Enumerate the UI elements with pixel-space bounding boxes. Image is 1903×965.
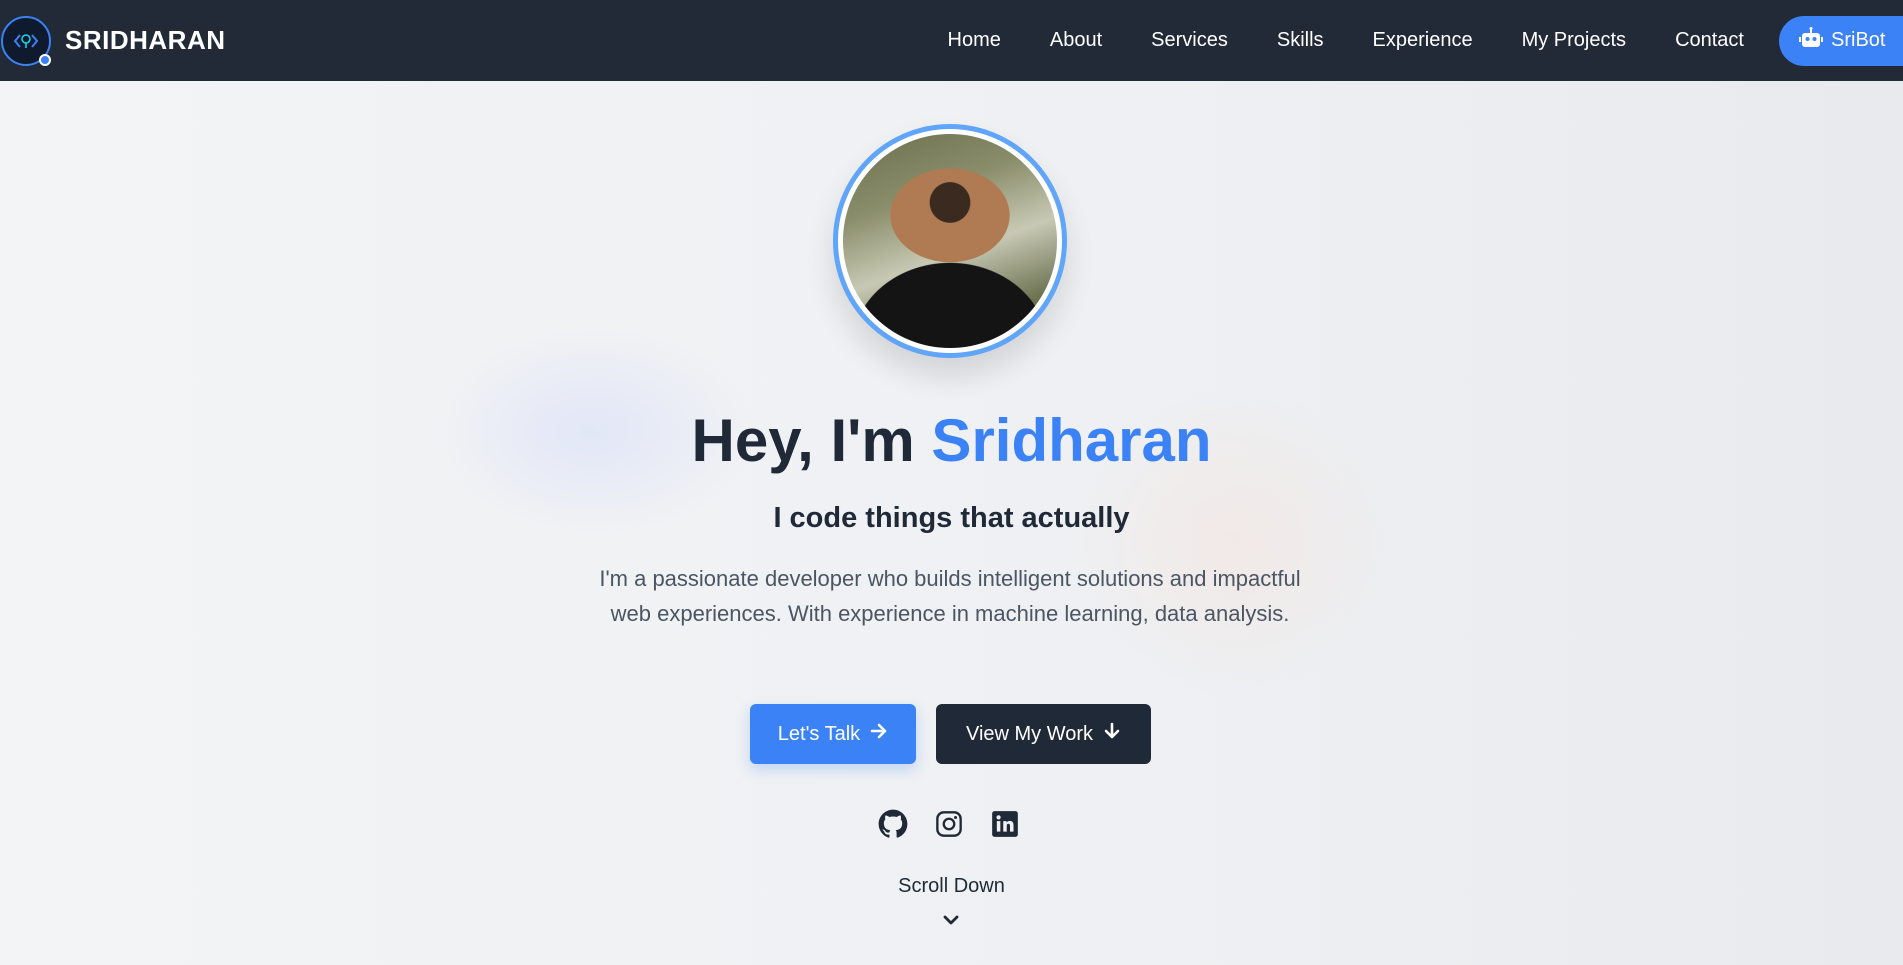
nav-my-projects[interactable]: My Projects: [1522, 29, 1626, 52]
nav-experience[interactable]: Experience: [1373, 29, 1473, 52]
sribot-button[interactable]: SriBot: [1779, 15, 1903, 66]
nav-skills[interactable]: Skills: [1277, 29, 1324, 52]
profile-photo: [843, 134, 1057, 348]
sribot-label: SriBot: [1831, 29, 1886, 51]
arrow-down-icon: [1103, 722, 1121, 746]
hero-greeting: Hey, I'm: [691, 407, 932, 474]
view-my-work-label: View My Work: [965, 722, 1094, 745]
linkedin-icon[interactable]: [989, 808, 1021, 840]
hero-tagline: I code things that actually: [773, 502, 1130, 534]
nav-contact[interactable]: Contact: [1675, 29, 1744, 52]
nav-services[interactable]: Services: [1151, 29, 1228, 52]
github-icon[interactable]: [877, 808, 909, 840]
robot-icon: [1799, 26, 1823, 55]
hero-description: I'm a passionate developer who builds in…: [599, 566, 1301, 626]
brand[interactable]: SRIDHARAN: [0, 0, 226, 81]
scroll-down-label[interactable]: Scroll Down: [0, 875, 1903, 898]
profile-photo-frame: [833, 124, 1067, 358]
nav-links: Home About Services Skills Experience My…: [948, 0, 1903, 81]
instagram-icon[interactable]: [933, 808, 965, 840]
social-links: [877, 808, 1021, 840]
arrow-right-icon: [870, 722, 888, 746]
hero-name: Sridharan: [931, 407, 1212, 474]
code-brain-logo-icon: [1, 15, 51, 66]
lets-talk-label: Let's Talk: [777, 722, 861, 745]
navbar: SRIDHARAN Home About Services Skills Exp…: [0, 0, 1903, 81]
lets-talk-button[interactable]: Let's Talk: [750, 704, 916, 764]
chevron-down-icon[interactable]: [941, 910, 961, 930]
nav-home[interactable]: Home: [948, 29, 1001, 52]
logo-status-dot: [39, 53, 51, 66]
hero-title: Hey, I'm Sridharan: [0, 406, 1903, 475]
view-my-work-button[interactable]: View My Work: [936, 704, 1151, 764]
brand-name: SRIDHARAN: [65, 25, 226, 55]
nav-about[interactable]: About: [1050, 29, 1102, 52]
